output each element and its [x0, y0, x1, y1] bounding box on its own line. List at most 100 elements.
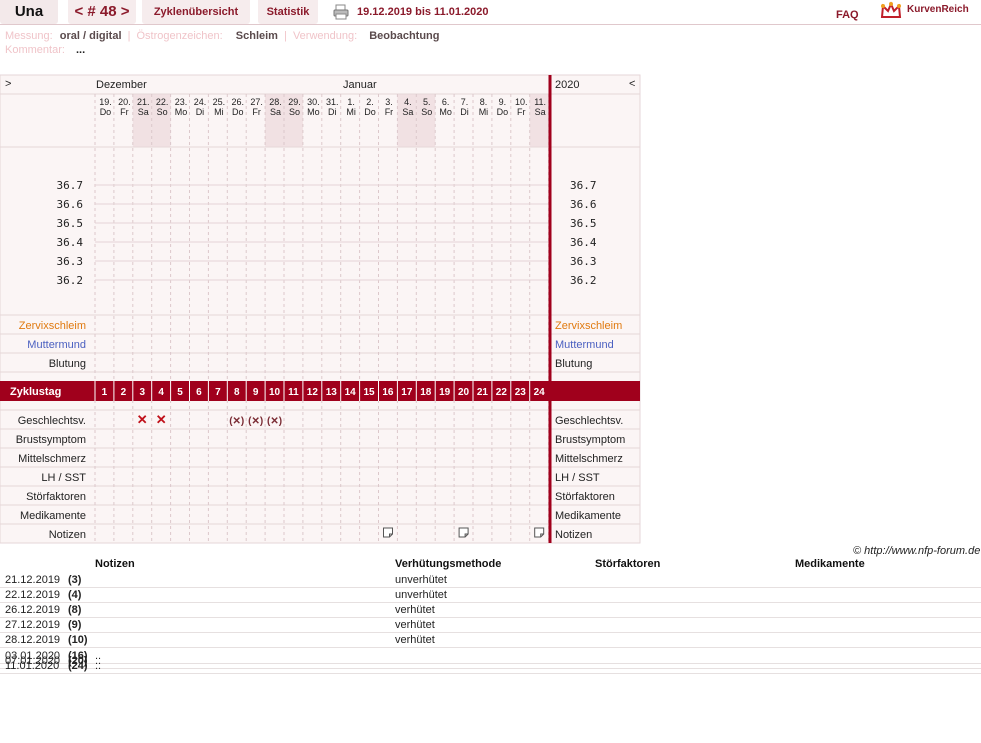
day-weekday: Di [196, 107, 205, 117]
cycle-day-number: 18 [420, 387, 432, 398]
day-weekday: Sa [402, 107, 413, 117]
day-date: 11. [534, 97, 546, 107]
day-weekday: Fr [252, 107, 261, 117]
day-date: 23. [175, 97, 188, 107]
cycle-day-number: 1 [102, 387, 108, 398]
cycle-day-number: 16 [382, 387, 394, 398]
nav-next-button[interactable]: < [629, 78, 635, 90]
table-row: 11.01.2020 (24).. [0, 659, 981, 674]
row-method: unverhütet [395, 574, 447, 586]
day-weekday: Do [232, 107, 244, 117]
cycle-day-number: 9 [253, 387, 259, 398]
day-date: 5. [423, 97, 431, 107]
row-cycle-day: (4) [68, 589, 82, 601]
note-icon[interactable] [534, 527, 545, 538]
day-weekday: So [289, 107, 300, 117]
cycle-day-number: 14 [345, 387, 357, 398]
table-row: 27.12.2019 (9) verhütet [0, 618, 981, 633]
row-label-right: LH / SST [555, 472, 600, 484]
day-weekday: So [157, 107, 168, 117]
day-weekday: Fr [120, 107, 129, 117]
day-weekday: Mi [214, 107, 224, 117]
header-medication: Medikamente [795, 558, 865, 570]
intercourse-mark: ✕ [137, 412, 148, 427]
cycle-day-number: 21 [477, 387, 489, 398]
day-date: 24. [194, 97, 207, 107]
row-label-right: Mittelschmerz [555, 453, 623, 465]
row-label-right: Notizen [555, 529, 592, 541]
month-label: Dezember [96, 79, 147, 91]
row-date: 11.01.2020 [5, 660, 60, 672]
temp-label-right: 36.4 [570, 236, 597, 249]
day-date: 4. [404, 97, 412, 107]
day-date: 10. [515, 97, 528, 107]
row-label-left: Brustsymptom [16, 434, 86, 446]
row-method: unverhütet [395, 589, 447, 601]
day-weekday: Sa [138, 107, 149, 117]
day-weekday: Fr [385, 107, 394, 117]
cycle-day-number: 23 [515, 387, 527, 398]
row-label-left: Blutung [49, 358, 86, 370]
day-weekday: Do [100, 107, 112, 117]
day-date: 28. [269, 97, 282, 107]
header-method: Verhütungsmethode [395, 558, 502, 570]
day-weekday: Fr [517, 107, 526, 117]
temp-label-right: 36.6 [570, 198, 597, 211]
day-weekday: Sa [270, 107, 281, 117]
day-date: 30. [307, 97, 320, 107]
table-row: 28.12.2019 (10) verhütet [0, 633, 981, 648]
intercourse-mark: ✕ [156, 412, 167, 427]
row-date: 26.12.2019 [5, 604, 61, 616]
day-date: 6. [442, 97, 450, 107]
row-cycle-day: (8) [68, 604, 82, 616]
day-weekday: Mo [439, 107, 452, 117]
row-label-right: Blutung [555, 358, 592, 370]
temp-label-left: 36.4 [57, 236, 84, 249]
copyright: © http://www.nfp-forum.de [853, 545, 981, 557]
nav-prev-button[interactable]: > [5, 78, 11, 90]
intercourse-mark: (✕) [229, 416, 244, 427]
row-label-left: Mittelschmerz [18, 453, 86, 465]
day-weekday: Mi [479, 107, 489, 117]
day-date: 19. [99, 97, 112, 107]
row-date: 27.12.2019 [5, 619, 61, 631]
cycle-day-number: 17 [401, 387, 413, 398]
cycle-day-number: 11 [288, 387, 299, 398]
row-date: 21.12.2019 [5, 574, 61, 586]
day-weekday: Di [460, 107, 469, 117]
temp-label-left: 36.2 [57, 274, 84, 287]
note-icon[interactable] [383, 527, 393, 538]
day-date: 31. [326, 97, 339, 107]
row-label-right: Medikamente [555, 510, 621, 522]
temp-label-right: 36.5 [570, 217, 597, 230]
day-date: 22. [156, 97, 169, 107]
note-icon[interactable] [458, 527, 469, 538]
cycle-day-number: 15 [363, 387, 375, 398]
day-weekday: Do [497, 107, 509, 117]
row-label-left: Zervixschleim [19, 320, 86, 332]
row-label-left: Geschlechtsv. [18, 415, 86, 427]
header-notes: Notizen [95, 558, 135, 570]
day-date: 27. [250, 97, 263, 107]
day-date: 3. [385, 97, 393, 107]
row-label-left: Muttermund [27, 339, 86, 351]
row-label-left: LH / SST [41, 472, 86, 484]
temp-label-right: 36.7 [570, 179, 597, 192]
cycle-day-number: 7 [215, 387, 221, 398]
cycle-day-number: 22 [496, 387, 508, 398]
row-label-left: Medikamente [20, 510, 86, 522]
cycle-day-number: 2 [121, 387, 127, 398]
row-label-left: Notizen [49, 529, 86, 541]
row-label-right: Zervixschleim [555, 320, 622, 332]
cycle-day-number: 12 [307, 387, 319, 398]
cycle-day-number: 13 [326, 387, 338, 398]
day-date: 9. [499, 97, 507, 107]
cycle-day-number: 4 [158, 387, 164, 398]
day-weekday: Sa [535, 107, 546, 117]
row-label-left: Störfaktoren [26, 491, 86, 503]
row-date: 28.12.2019 [5, 634, 61, 646]
cycle-day-number: 20 [458, 387, 470, 398]
day-date: 25. [213, 97, 226, 107]
cycle-day-number: 8 [234, 387, 240, 398]
cycle-day-number: 10 [269, 387, 281, 398]
